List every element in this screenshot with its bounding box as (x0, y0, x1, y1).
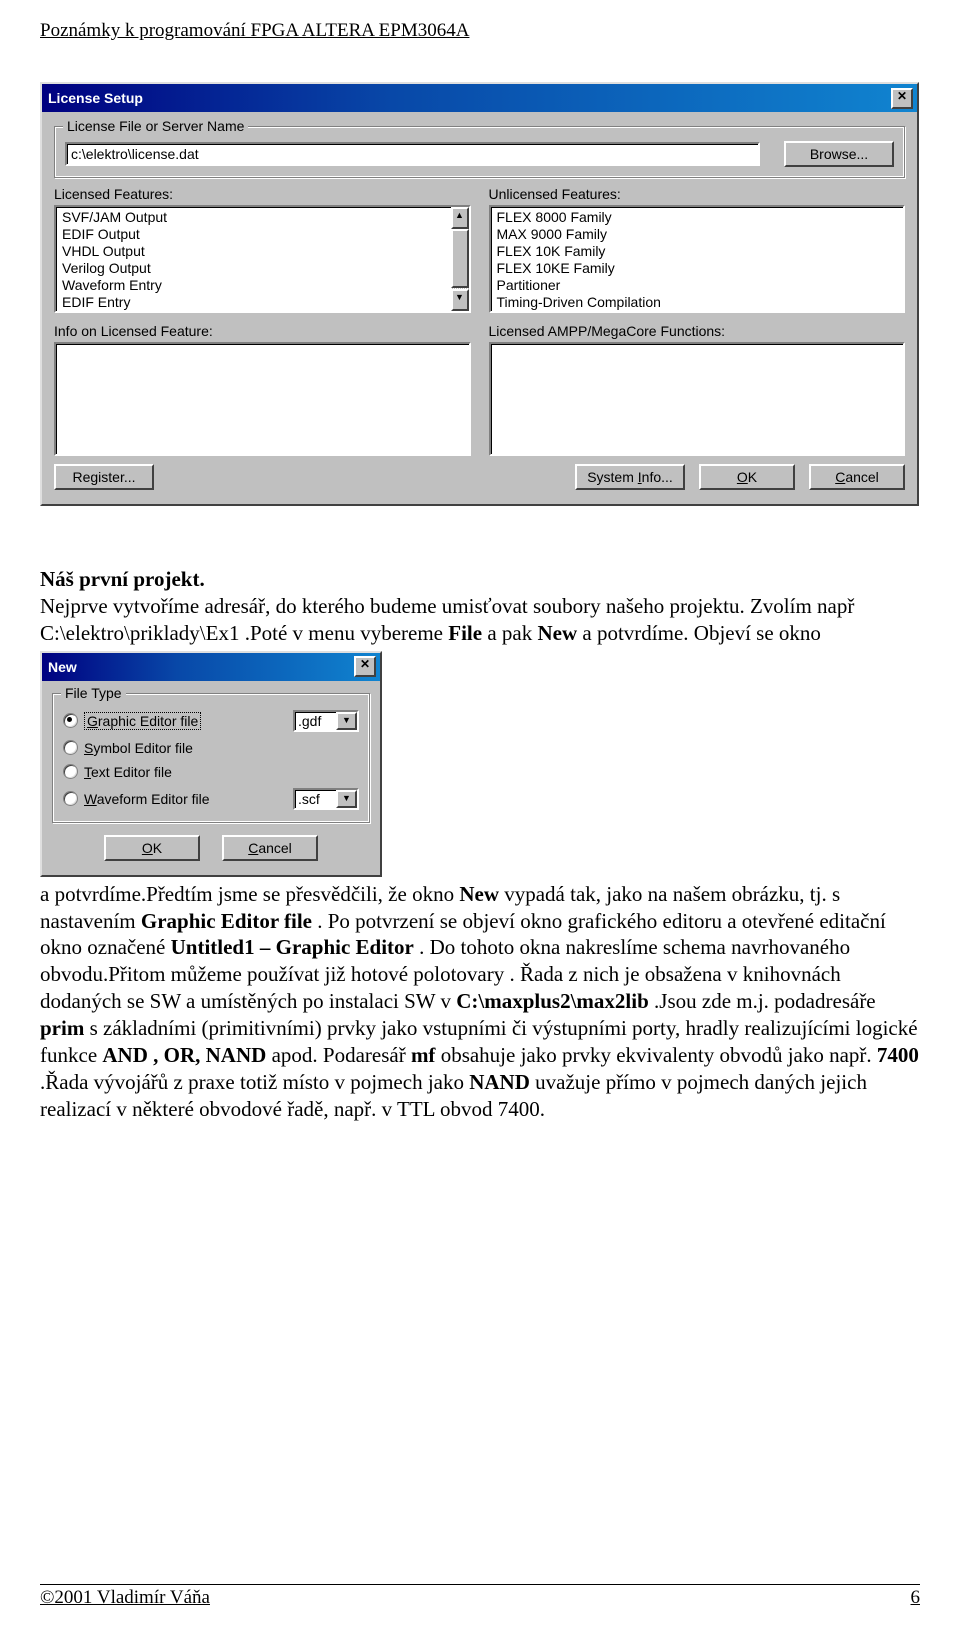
close-icon[interactable]: ✕ (891, 88, 913, 109)
scrollbar[interactable]: ▲ ▼ (451, 207, 469, 311)
dialog-title: New (48, 659, 77, 675)
license-setup-dialog: License Setup ✕ License File or Server N… (40, 82, 919, 506)
chevron-down-icon[interactable]: ▼ (336, 790, 357, 808)
scroll-thumb[interactable] (451, 229, 469, 288)
list-item: Verilog Output (62, 260, 467, 277)
list-item: FLEX 8000 Family (497, 209, 902, 226)
ok-button[interactable]: OK (104, 835, 200, 861)
unlicensed-features-label: Unlicensed Features: (489, 186, 906, 202)
list-item: Timing-Driven Compilation (497, 294, 902, 311)
info-licensed-feature-box (54, 342, 471, 456)
ext-gdf-select[interactable]: .gdf ▼ (293, 710, 359, 732)
dialog-title: License Setup (48, 90, 143, 106)
ext-value: .gdf (298, 713, 321, 729)
radio-waveform-editor[interactable] (63, 791, 78, 806)
footer-left: ©2001 Vladimír Váňa (40, 1587, 210, 1609)
list-item: Waveform Entry (62, 277, 467, 294)
unlicensed-features-list[interactable]: FLEX 8000 Family MAX 9000 Family FLEX 10… (489, 205, 906, 313)
ext-scf-select[interactable]: .scf ▼ (293, 788, 359, 810)
list-item: FLEX 10KE Family (497, 260, 902, 277)
radio-label: Text Editor file (84, 764, 172, 780)
scroll-up-icon[interactable]: ▲ (451, 207, 469, 229)
list-item: VHDL Entry (62, 311, 467, 313)
ok-button[interactable]: OK (699, 464, 795, 490)
radio-label: Symbol Editor file (84, 740, 193, 756)
list-item: EDIF Entry (62, 294, 467, 311)
licensed-features-label: Licensed Features: (54, 186, 471, 202)
radio-graphic-editor[interactable] (63, 713, 78, 728)
radio-text-editor[interactable] (63, 764, 78, 779)
titlebar: License Setup ✕ (42, 84, 917, 112)
new-dialog: New ✕ File Type Graphic Editor file .gdf… (40, 651, 382, 877)
list-item: SVF/JAM Output (62, 209, 467, 226)
section-heading: Náš první projekt. (40, 566, 920, 593)
scroll-down-icon[interactable]: ▼ (451, 289, 469, 311)
cancel-button[interactable]: Cancel (809, 464, 905, 490)
titlebar: New ✕ (42, 653, 380, 681)
register-label: Register... (72, 469, 135, 485)
cancel-button[interactable]: Cancel (222, 835, 318, 861)
radio-label: Waveform Editor file (84, 791, 210, 807)
close-icon[interactable]: ✕ (354, 656, 376, 677)
ext-value: .scf (298, 791, 320, 807)
groupbox-file-type: File Type (61, 685, 126, 701)
paragraph: a potvrdíme.Předtím jsme se přesvědčili,… (40, 881, 920, 1123)
info-licensed-feature-label: Info on Licensed Feature: (54, 323, 471, 339)
register-button[interactable]: Register... (54, 464, 154, 490)
list-item: FLEX 10K Family (497, 243, 902, 260)
ampp-functions-box (489, 342, 906, 456)
chevron-down-icon[interactable]: ▼ (336, 712, 357, 730)
list-item: Partitioner (497, 277, 902, 294)
paragraph: Nejprve vytvoříme adresář, do kterého bu… (40, 593, 920, 647)
list-item: MAX 9000 Family (497, 226, 902, 243)
browse-button[interactable]: Browse... (784, 141, 894, 167)
license-path-input[interactable]: c:\elektro\license.dat (65, 142, 760, 166)
radio-label: Graphic Editor file (84, 712, 201, 730)
groupbox-license-file: License File or Server Name (63, 118, 248, 134)
page-footer: ©2001 Vladimír Váňa 6 (40, 1584, 920, 1609)
radio-symbol-editor[interactable] (63, 740, 78, 755)
list-item: EDIF Output (62, 226, 467, 243)
ampp-label: Licensed AMPP/MegaCore Functions: (489, 323, 906, 339)
browse-label: Browse... (810, 146, 868, 162)
page-number: 6 (911, 1587, 921, 1609)
page-header: Poznámky k programování FPGA ALTERA EPM3… (40, 20, 920, 42)
system-info-button[interactable]: System Info... (575, 464, 685, 490)
list-item: VHDL Output (62, 243, 467, 260)
licensed-features-list[interactable]: SVF/JAM Output EDIF Output VHDL Output V… (54, 205, 471, 313)
